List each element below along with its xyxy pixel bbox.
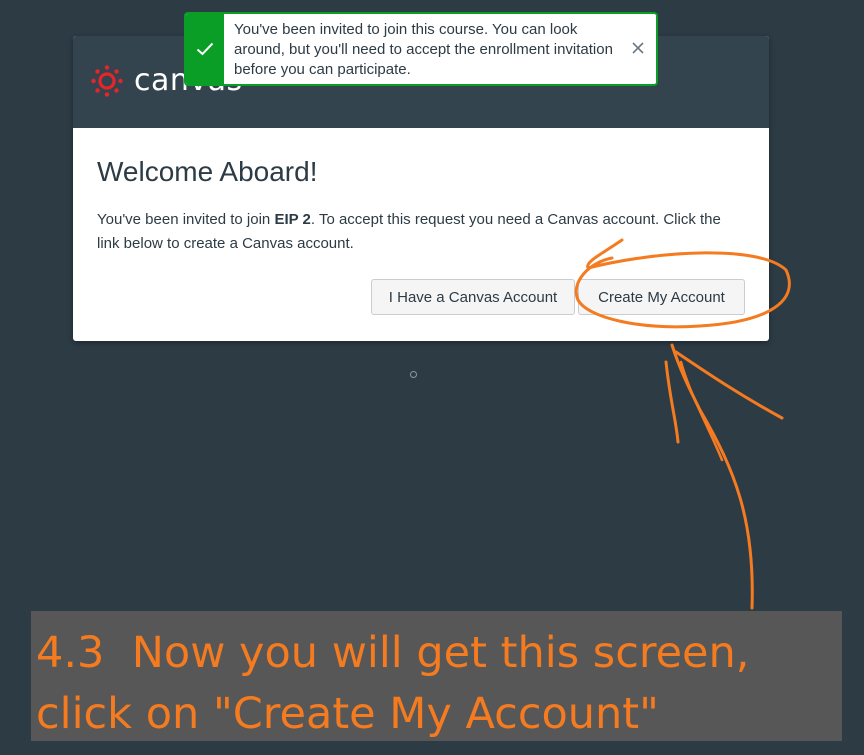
toast-message: You've been invited to join this course.… — [234, 21, 613, 78]
arrow-double-line — [679, 360, 724, 462]
enrollment-toast: You've been invited to join this course.… — [184, 12, 658, 86]
description-text-start: You've been invited to join — [97, 211, 275, 228]
arrow-head-left — [664, 360, 680, 444]
create-account-button[interactable]: Create My Account — [578, 279, 745, 315]
modal-title: Welcome Aboard! — [97, 156, 318, 187]
have-account-button[interactable]: I Have a Canvas Account — [371, 279, 575, 315]
invite-description: You've been invited to join EIP 2. To ac… — [97, 208, 737, 256]
checkmark-icon — [196, 42, 214, 56]
toast-status-bar — [186, 14, 224, 84]
instruction-caption: 4.3 Now you will get this screen, click … — [31, 611, 842, 741]
arrow-head-right — [674, 350, 784, 420]
instruction-text: 4.3 Now you will get this screen, click … — [36, 628, 764, 739]
close-icon[interactable] — [628, 38, 648, 58]
loading-indicator-icon — [410, 371, 417, 378]
canvas-logo-icon — [91, 65, 123, 97]
arrow-shaft — [670, 343, 754, 610]
course-name: EIP 2 — [274, 211, 311, 228]
modal-body: Welcome Aboard! You've been invited to j… — [97, 128, 745, 341]
